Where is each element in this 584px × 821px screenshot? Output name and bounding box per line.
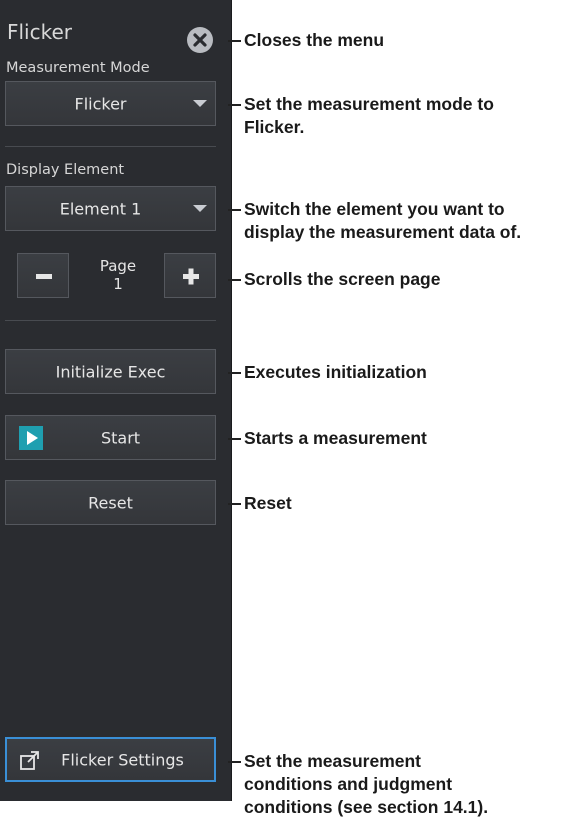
measurement-mode-value: Flicker xyxy=(74,94,127,113)
leader-line xyxy=(228,40,241,42)
display-element-dropdown[interactable]: Element 1 xyxy=(5,186,216,231)
leader-line xyxy=(228,372,241,374)
leader-line xyxy=(228,104,241,106)
annotation-reset: Reset xyxy=(244,493,292,513)
annotation-mode-line2: Flicker. xyxy=(244,117,305,137)
plus-icon xyxy=(183,268,199,285)
display-element-value: Element 1 xyxy=(59,199,142,218)
leader-line xyxy=(228,279,241,281)
annotation-page: Scrolls the screen page xyxy=(244,269,441,289)
annotation-element-line1: Switch the element you want to xyxy=(244,199,505,219)
annotation-start: Starts a measurement xyxy=(244,428,427,448)
close-icon xyxy=(193,33,207,47)
annotation-initialize: Executes initialization xyxy=(244,362,427,382)
page-label: Page xyxy=(99,257,137,275)
annotation-settings-line1: Set the measurement xyxy=(244,751,422,771)
reset-button[interactable]: Reset xyxy=(5,480,216,525)
close-button[interactable] xyxy=(187,27,213,53)
page-up-button[interactable] xyxy=(164,253,216,298)
leader-line xyxy=(228,503,241,505)
minus-icon xyxy=(36,274,52,279)
dropdown-caret-icon xyxy=(193,205,207,212)
annotation-settings-line2: conditions and judgment xyxy=(244,774,453,794)
annotation-settings-line3: conditions (see section 14.1). xyxy=(244,797,489,817)
page-number: 1 xyxy=(113,275,123,293)
dropdown-caret-icon xyxy=(193,100,207,107)
display-element-label: Display Element xyxy=(6,162,125,178)
measurement-mode-label: Measurement Mode xyxy=(6,60,150,76)
leader-line xyxy=(228,761,241,763)
menu-title: Flicker xyxy=(7,20,73,44)
annotation-element-line2: display the measurement data of. xyxy=(244,222,522,242)
flicker-menu-panel: Flicker Measurement Mode Flicker Display… xyxy=(0,0,232,801)
initialize-exec-button[interactable]: Initialize Exec xyxy=(5,349,216,394)
start-button[interactable]: Start xyxy=(5,415,216,460)
start-label: Start xyxy=(100,428,141,447)
divider xyxy=(5,146,216,147)
leader-line xyxy=(228,438,241,440)
leader-line xyxy=(228,209,241,211)
page-down-button[interactable] xyxy=(17,253,69,298)
annotation-mode-line1: Set the measurement mode to xyxy=(244,94,494,114)
flicker-settings-button[interactable]: Flicker Settings xyxy=(5,737,216,782)
annotation-close: Closes the menu xyxy=(244,30,385,50)
initialize-exec-label: Initialize Exec xyxy=(55,362,166,381)
divider xyxy=(5,320,216,321)
reset-label: Reset xyxy=(88,493,133,512)
measurement-mode-dropdown[interactable]: Flicker xyxy=(5,81,216,126)
flicker-settings-label: Flicker Settings xyxy=(61,750,184,769)
